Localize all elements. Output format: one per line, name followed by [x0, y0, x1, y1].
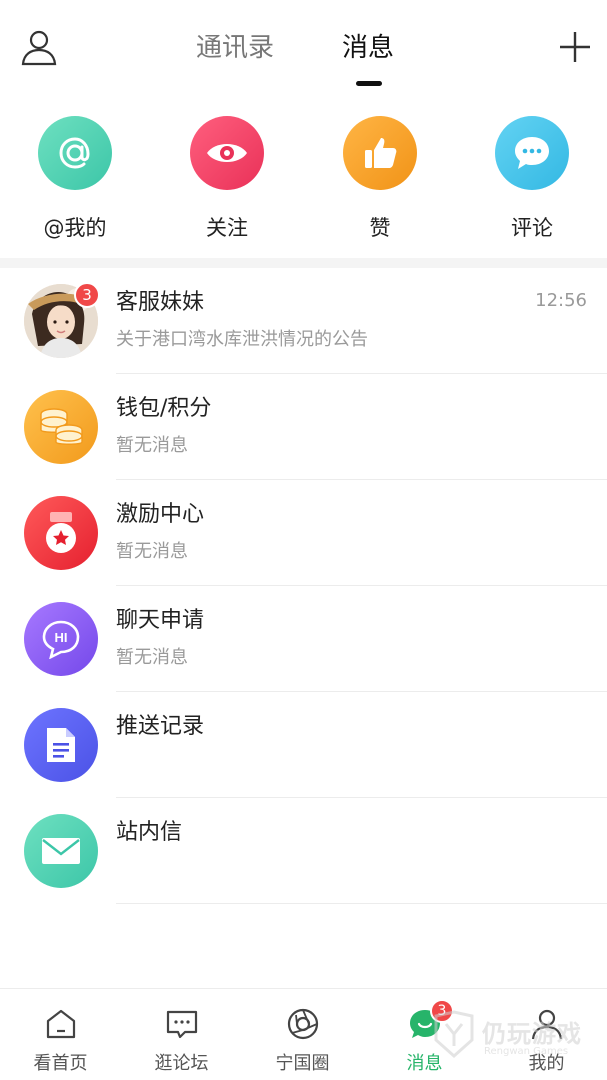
message-title: 钱包/积分 — [116, 396, 212, 421]
thumbs-up-icon — [343, 116, 417, 190]
quick-action-likes[interactable]: 赞 — [325, 116, 435, 246]
watermark-text: 仍玩游戏 — [482, 1020, 582, 1048]
message-title: 推送记录 — [116, 714, 205, 739]
tab-messages[interactable]: 消息 — [342, 30, 394, 66]
quick-action-label: @我的 — [43, 216, 107, 240]
watermark-logo-icon — [434, 1010, 474, 1059]
quick-action-label: 赞 — [369, 216, 391, 240]
message-preview: 关于港口湾水库泄洪情况的公告 — [116, 329, 368, 350]
message-time: 12:56 — [535, 290, 587, 311]
list-item-wallet[interactable]: 钱包/积分 暂无消息 — [0, 374, 607, 480]
list-item-inbox[interactable]: 站内信 — [0, 798, 607, 904]
chat-hi-icon: HI — [24, 602, 98, 676]
active-tab-indicator — [356, 81, 382, 86]
quick-actions: @我的 关注 赞 评论 — [0, 108, 607, 258]
list-item-chat-requests[interactable]: HI 聊天申请 暂无消息 — [0, 586, 607, 692]
svg-text:HI: HI — [55, 630, 68, 645]
message-preview: 暂无消息 — [116, 541, 188, 562]
row-divider — [116, 903, 607, 904]
message-title: 客服妹妹 — [116, 290, 205, 315]
home-icon — [46, 1009, 76, 1039]
nav-item-home[interactable]: 看首页 — [0, 989, 121, 1080]
eye-icon — [190, 116, 264, 190]
plus-icon[interactable] — [558, 30, 592, 64]
top-bar: 通讯录 消息 — [0, 0, 607, 100]
quick-action-label: 关注 — [206, 216, 248, 240]
message-list: 3 客服妹妹 关于港口湾水库泄洪情况的公告 12:56 钱包/积分 暂无消息 激… — [0, 268, 607, 904]
at-icon — [38, 116, 112, 190]
forum-icon — [166, 1010, 198, 1039]
watermark: 仍玩游戏 Rengwan Games — [432, 1010, 602, 1070]
message-preview: 暂无消息 — [116, 435, 188, 456]
list-item-push-records[interactable]: 推送记录 — [0, 692, 607, 798]
tab-contacts[interactable]: 通讯录 — [196, 30, 274, 66]
message-title: 激励中心 — [116, 502, 205, 527]
circle-icon — [287, 1008, 319, 1040]
comment-icon — [495, 116, 569, 190]
coins-icon — [24, 390, 98, 464]
document-icon — [24, 708, 98, 782]
nav-label: 看首页 — [33, 1053, 88, 1074]
quick-action-follow[interactable]: 关注 — [172, 116, 282, 246]
message-preview: 暂无消息 — [116, 647, 188, 668]
nav-label: 宁国圈 — [275, 1053, 330, 1074]
nav-item-circle[interactable]: 宁国圈 — [242, 989, 363, 1080]
list-item-customer-service[interactable]: 3 客服妹妹 关于港口湾水库泄洪情况的公告 12:56 — [0, 268, 607, 374]
medal-icon — [24, 496, 98, 570]
user-icon[interactable] — [20, 28, 58, 66]
nav-item-forum[interactable]: 逛论坛 — [121, 989, 242, 1080]
nav-label: 逛论坛 — [154, 1053, 209, 1074]
unread-badge: 3 — [74, 282, 100, 308]
quick-action-mentions[interactable]: @我的 — [20, 116, 130, 246]
quick-action-label: 评论 — [511, 216, 553, 240]
list-item-incentive-center[interactable]: 激励中心 暂无消息 — [0, 480, 607, 586]
quick-action-comments[interactable]: 评论 — [477, 116, 587, 246]
watermark-subtext: Rengwan Games — [484, 1046, 569, 1057]
mail-icon — [24, 814, 98, 888]
message-title: 站内信 — [116, 820, 183, 845]
section-divider — [0, 258, 607, 268]
message-title: 聊天申请 — [116, 608, 205, 633]
